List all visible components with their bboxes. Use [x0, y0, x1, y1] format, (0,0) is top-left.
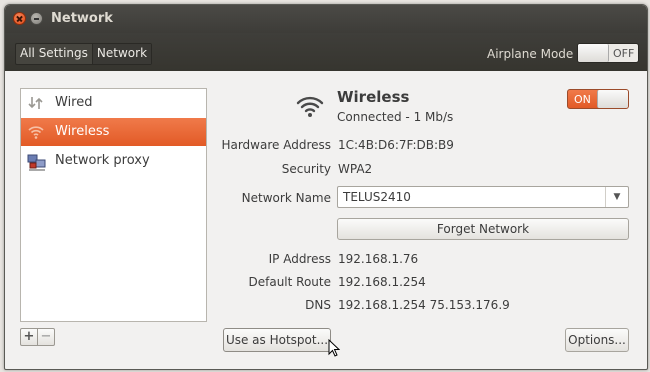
hardware-address-label: Hardware Address	[221, 138, 331, 152]
wireless-title: Wireless	[337, 88, 410, 106]
mouse-pointer-icon	[328, 338, 341, 360]
hardware-address-value: 1C:4B:D6:7F:DB:B9	[338, 138, 454, 152]
security-value: WPA2	[338, 162, 373, 176]
sidebar-item-network-proxy[interactable]: Network proxy	[21, 147, 206, 175]
ip-address-label: IP Address	[268, 252, 331, 266]
breadcrumb-network[interactable]: Network	[92, 44, 152, 64]
title-bar: Network	[5, 5, 647, 33]
security-label: Security	[281, 162, 331, 176]
breadcrumb: All Settings Network	[15, 43, 153, 65]
network-settings-window: Network All Settings Network Airplane Mo…	[4, 4, 648, 370]
toolbar: All Settings Network Airplane Mode OFF	[5, 33, 647, 71]
sidebar-item-label: Wireless	[55, 124, 110, 139]
airplane-mode-label: Airplane Mode	[487, 47, 574, 61]
default-route-value: 192.168.1.254	[338, 275, 426, 289]
airplane-mode-switch[interactable]: OFF	[577, 43, 639, 63]
add-device-button[interactable]: +	[20, 328, 38, 346]
ip-address-value: 192.168.1.76	[338, 252, 419, 266]
switch-knob	[597, 90, 628, 108]
wireless-toggle-state: ON	[574, 93, 591, 106]
sidebar-item-label: Wired	[55, 95, 93, 110]
options-button[interactable]: Options...	[565, 328, 629, 352]
network-name-label: Network Name	[241, 191, 331, 205]
network-wired-icon	[27, 94, 45, 112]
default-route-label: Default Route	[248, 275, 332, 289]
dns-label: DNS	[305, 298, 331, 312]
switch-knob	[578, 44, 609, 62]
forget-network-button[interactable]: Forget Network	[337, 218, 629, 240]
wireless-toggle[interactable]: ON	[567, 89, 629, 109]
sidebar-item-label: Network proxy	[55, 153, 150, 168]
breadcrumb-all-settings[interactable]: All Settings	[16, 44, 93, 64]
close-button[interactable]	[13, 12, 26, 25]
dropdown-arrow-icon[interactable]: ▼	[605, 187, 628, 207]
wifi-icon	[27, 123, 45, 141]
network-name-value: TELUS2410	[343, 190, 411, 204]
window-title: Network	[51, 11, 113, 26]
airplane-mode-state: OFF	[613, 47, 635, 60]
network-proxy-icon	[27, 152, 46, 171]
network-name-combobox[interactable]: TELUS2410 ▼	[337, 186, 629, 208]
device-list: Wired Wireless Network proxy	[20, 88, 207, 322]
device-list-toolbar: + −	[20, 328, 55, 346]
use-as-hotspot-button[interactable]: Use as Hotspot...	[223, 328, 331, 352]
sidebar-item-wired[interactable]: Wired	[21, 89, 206, 117]
minimize-button[interactable]	[30, 12, 43, 25]
remove-device-button[interactable]: −	[38, 328, 55, 346]
dns-value: 192.168.1.254 75.153.176.9	[338, 298, 510, 312]
wireless-status: Connected - 1 Mb/s	[337, 110, 454, 124]
wireless-icon	[295, 93, 325, 122]
sidebar-item-wireless[interactable]: Wireless	[21, 118, 206, 146]
